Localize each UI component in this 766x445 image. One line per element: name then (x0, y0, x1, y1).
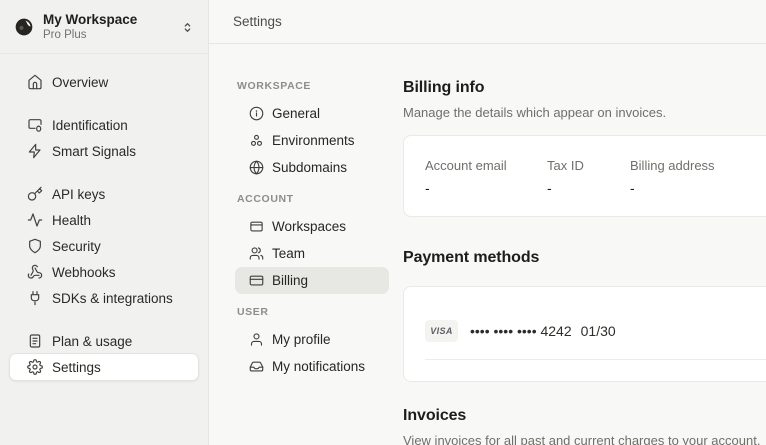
sidebar-item-label: Health (52, 213, 91, 228)
page-title: Settings (233, 14, 282, 29)
team-icon (249, 246, 264, 261)
invoices-section: Invoices View invoices for all past and … (403, 407, 766, 445)
billing-info-card: Account email - Tax ID - Billing address… (403, 135, 766, 217)
subnav-item-label: My profile (272, 332, 331, 347)
subnav-item-environments[interactable]: Environments (235, 127, 389, 154)
subnav-item-label: Billing (272, 273, 308, 288)
inbox-icon (249, 359, 264, 374)
sidebar-item-health[interactable]: Health (9, 207, 199, 233)
document-icon (27, 333, 43, 349)
settings-subnav: WORKSPACE General Environments Subdomain… (209, 44, 389, 445)
sidebar-item-label: Smart Signals (52, 144, 136, 159)
sidebar-item-label: Identification (52, 118, 128, 133)
workspace-meta: My Workspace Pro Plus (43, 12, 170, 42)
sidebar-item-security[interactable]: Security (9, 233, 199, 259)
field-value: - (630, 180, 766, 196)
subnav-item-subdomains[interactable]: Subdomains (235, 154, 389, 181)
card-expiry: 01/30 (581, 323, 616, 339)
identification-icon (27, 117, 43, 133)
subnav-item-team[interactable]: Team (235, 240, 389, 267)
sidebar-item-label: Overview (52, 75, 108, 90)
sidebar-item-api-keys[interactable]: API keys (9, 181, 199, 207)
sidebar-item-label: SDKs & integrations (52, 291, 173, 306)
primary-nav: Overview Identification Smart Signals AP… (0, 54, 208, 397)
workspace-plan: Pro Plus (43, 29, 170, 42)
plug-icon (27, 290, 43, 306)
workspace-switcher[interactable]: My Workspace Pro Plus (0, 0, 208, 54)
field-label: Tax ID (547, 158, 630, 173)
activity-icon (27, 212, 43, 228)
sidebar-item-label: Settings (52, 360, 101, 375)
home-icon (27, 74, 43, 90)
subnav-section-workspace: WORKSPACE (237, 80, 389, 92)
card-number-masked: •••• •••• •••• 4242 (470, 323, 572, 339)
sidebar-item-webhooks[interactable]: Webhooks (9, 259, 199, 285)
sidebar-item-overview[interactable]: Overview (9, 69, 199, 95)
sidebar-item-settings[interactable]: Settings (9, 353, 199, 381)
credit-card-icon (249, 273, 264, 288)
subnav-item-label: My notifications (272, 359, 365, 374)
primary-sidebar: My Workspace Pro Plus Overview Identific… (0, 0, 209, 445)
webhook-icon (27, 264, 43, 280)
user-icon (249, 332, 264, 347)
payment-methods-title: Payment methods (403, 249, 766, 267)
subnav-item-label: Subdomains (272, 160, 347, 175)
sidebar-item-plan-usage[interactable]: Plan & usage (9, 328, 199, 354)
subnav-item-label: General (272, 106, 320, 121)
card-number-and-expiry: •••• •••• •••• 4242 01/30 (470, 323, 616, 339)
zap-icon (27, 143, 43, 159)
subnav-section-user: USER (237, 306, 389, 318)
billing-info-title: Billing info (403, 79, 766, 97)
subnav-item-my-notifications[interactable]: My notifications (235, 353, 389, 380)
billing-field-account-email: Account email - (425, 158, 547, 196)
payment-method-row[interactable]: VISA •••• •••• •••• 4242 01/30 (425, 320, 766, 342)
subnav-item-label: Workspaces (272, 219, 346, 234)
globe-icon (249, 160, 264, 175)
billing-field-billing-address: Billing address - (630, 158, 766, 196)
payment-methods-section: Payment methods VISA •••• •••• •••• 4242… (403, 249, 766, 382)
subnav-item-my-profile[interactable]: My profile (235, 326, 389, 353)
sidebar-item-label: Plan & usage (52, 334, 132, 349)
subnav-item-billing[interactable]: Billing (235, 267, 389, 294)
field-value: - (425, 180, 547, 196)
billing-settings-content: Billing info Manage the details which ap… (389, 44, 766, 445)
info-icon (249, 106, 264, 121)
sidebar-item-label: Webhooks (52, 265, 116, 280)
field-label: Billing address (630, 158, 766, 173)
payment-card-divider (425, 359, 766, 360)
sidebar-item-label: API keys (52, 187, 105, 202)
subnav-item-workspaces[interactable]: Workspaces (235, 213, 389, 240)
subnav-item-label: Team (272, 246, 305, 261)
billing-info-subtitle: Manage the details which appear on invoi… (403, 105, 766, 120)
workspace-name: My Workspace (43, 12, 170, 28)
chevron-up-down-icon[interactable] (179, 19, 196, 36)
window-icon (249, 219, 264, 234)
invoices-subtitle: View invoices for all past and current c… (403, 433, 766, 445)
invoices-title: Invoices (403, 407, 766, 425)
subnav-section-account: ACCOUNT (237, 193, 389, 205)
sidebar-item-label: Security (52, 239, 101, 254)
main-area: Settings WORKSPACE General Environments … (209, 0, 766, 445)
workspace-logo-icon (14, 17, 34, 37)
sidebar-item-smart-signals[interactable]: Smart Signals (9, 138, 199, 164)
subnav-item-general[interactable]: General (235, 100, 389, 127)
field-value: - (547, 180, 630, 196)
sidebar-item-identification[interactable]: Identification (9, 112, 199, 138)
payment-methods-card: VISA •••• •••• •••• 4242 01/30 (403, 286, 766, 382)
subnav-item-label: Environments (272, 133, 355, 148)
billing-info-section: Billing info Manage the details which ap… (403, 79, 766, 217)
environments-icon (249, 133, 264, 148)
billing-field-tax-id: Tax ID - (547, 158, 630, 196)
shield-icon (27, 238, 43, 254)
visa-brand-badge: VISA (425, 320, 458, 342)
topbar: Settings (209, 0, 766, 44)
gear-icon (27, 359, 43, 375)
key-icon (27, 186, 43, 202)
sidebar-item-sdks-integrations[interactable]: SDKs & integrations (9, 285, 199, 311)
field-label: Account email (425, 158, 547, 173)
